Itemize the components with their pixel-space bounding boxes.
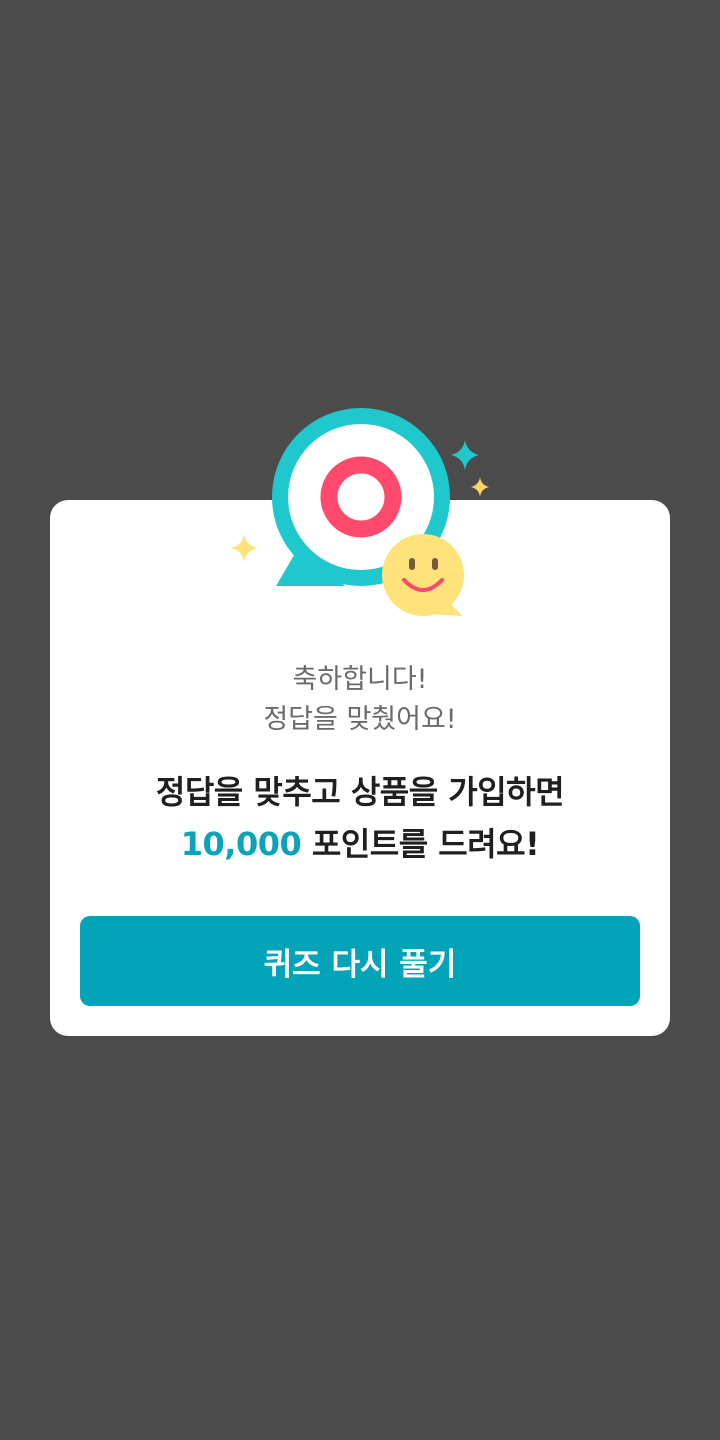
congrats-line-2: 정답을 맞췄어요! (263, 704, 457, 735)
congrats-message: 축하합니다! 정답을 맞췄어요! (50, 660, 670, 740)
quiz-correct-illustration (230, 408, 489, 616)
reward-line-2-suffix: 포인트를 드려요! (301, 825, 540, 863)
reward-points-amount: 10,000 (180, 825, 302, 863)
sparkle-icon (471, 477, 489, 497)
reward-line-1: 정답을 맞추고 상품을 가입하면 (155, 773, 565, 811)
reward-message: 정답을 맞추고 상품을 가입하면 10,000 포인트를 드려요! (50, 766, 670, 870)
sparkle-icon (230, 534, 258, 562)
reward-line-2: 10,000 포인트를 드려요! (50, 818, 670, 870)
retry-quiz-button[interactable]: 퀴즈 다시 풀기 (80, 916, 640, 1006)
sparkle-icon (451, 440, 479, 470)
smiley-bubble-icon (382, 534, 464, 616)
congrats-line-1: 축하합니다! (292, 664, 428, 695)
